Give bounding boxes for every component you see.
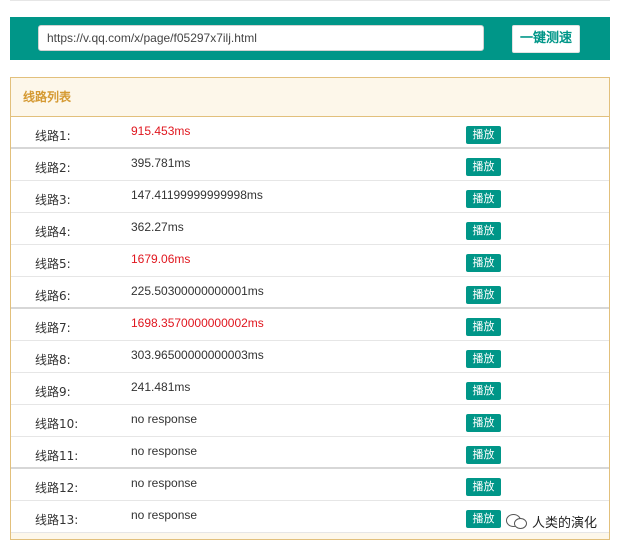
- panel-title: 线路列表: [11, 78, 609, 117]
- play-button[interactable]: 播放: [466, 382, 501, 400]
- route-row: 线路9: 241.481ms 播放: [11, 373, 609, 405]
- watermark-text: 人类的演化: [532, 515, 598, 531]
- url-input[interactable]: [38, 25, 484, 51]
- play-button[interactable]: 播放: [466, 286, 501, 304]
- wechat-icon: [506, 513, 527, 529]
- toolbar: 一键测速: [10, 17, 610, 60]
- route-latency: 241.481ms: [131, 380, 191, 394]
- route-latency: 362.27ms: [131, 220, 184, 234]
- route-latency: 147.41199999999998ms: [131, 188, 263, 202]
- route-latency: 1679.06ms: [131, 252, 191, 266]
- route-latency: 225.50300000000001ms: [131, 284, 264, 298]
- route-row: 线路4: 362.27ms 播放: [11, 213, 609, 245]
- route-row: 线路7: 1698.3570000000002ms 播放: [11, 309, 609, 341]
- route-latency: 915.453ms: [131, 124, 191, 138]
- route-latency: no response: [131, 508, 198, 522]
- route-name: 线路4:: [35, 225, 71, 239]
- route-name: 线路2:: [35, 161, 71, 175]
- route-latency: no response: [131, 476, 198, 490]
- speed-test-button[interactable]: 一键测速: [512, 25, 580, 53]
- route-row: 线路10: no response 播放: [11, 405, 609, 437]
- route-latency: 303.96500000000003ms: [131, 348, 264, 362]
- route-row: 线路5: 1679.06ms 播放: [11, 245, 609, 277]
- route-latency: no response: [131, 412, 198, 426]
- play-button[interactable]: 播放: [466, 126, 501, 144]
- route-name: 线路3:: [35, 193, 71, 207]
- play-button[interactable]: 播放: [466, 350, 501, 368]
- route-latency: 395.781ms: [131, 156, 191, 170]
- play-button[interactable]: 播放: [466, 478, 501, 496]
- route-latency: no response: [131, 444, 198, 458]
- route-name: 线路7:: [35, 321, 71, 335]
- route-list-panel: 线路列表 线路1: 915.453ms 播放 线路2: 395.781ms 播放 线路3: 1…: [10, 77, 610, 540]
- route-name: 线路13:: [35, 513, 79, 527]
- route-row: 线路1: 915.453ms 播放: [11, 117, 609, 149]
- route-row: 线路8: 303.96500000000003ms 播放: [11, 341, 609, 373]
- route-name: 线路5:: [35, 257, 71, 271]
- route-name: 线路8:: [35, 353, 71, 367]
- route-row: 线路11: no response 播放: [11, 437, 609, 469]
- play-button[interactable]: 播放: [466, 446, 501, 464]
- route-list: 线路1: 915.453ms 播放 线路2: 395.781ms 播放 线路3: 147.41…: [11, 117, 609, 533]
- top-divider: [10, 0, 610, 1]
- route-row: 线路12: no response 播放: [11, 469, 609, 501]
- play-button[interactable]: 播放: [466, 414, 501, 432]
- route-name: 线路12:: [35, 481, 79, 495]
- route-row: 线路3: 147.41199999999998ms 播放: [11, 181, 609, 213]
- play-button[interactable]: 播放: [466, 318, 501, 336]
- route-row: 线路6: 225.50300000000001ms 播放: [11, 277, 609, 309]
- route-latency: 1698.3570000000002ms: [131, 316, 264, 330]
- play-button[interactable]: 播放: [466, 254, 501, 272]
- route-name: 线路11:: [35, 449, 79, 463]
- play-button[interactable]: 播放: [466, 510, 501, 528]
- route-name: 线路9:: [35, 385, 71, 399]
- route-name: 线路1:: [35, 129, 71, 143]
- play-button[interactable]: 播放: [466, 190, 501, 208]
- route-name: 线路6:: [35, 289, 71, 303]
- play-button[interactable]: 播放: [466, 222, 501, 240]
- watermark: 人类的演化: [506, 510, 597, 532]
- route-row: 线路2: 395.781ms 播放: [11, 149, 609, 181]
- route-name: 线路10:: [35, 417, 79, 431]
- play-button[interactable]: 播放: [466, 158, 501, 176]
